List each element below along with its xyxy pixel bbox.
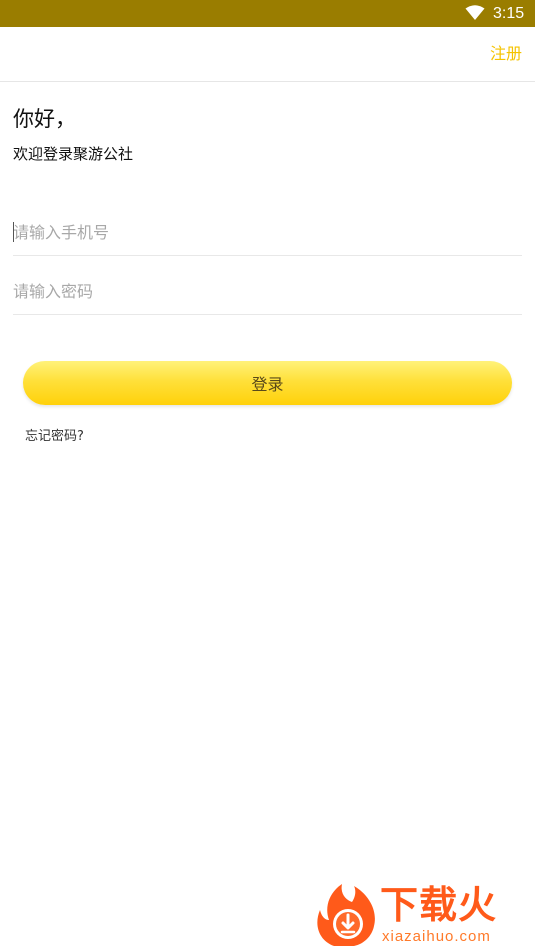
login-button[interactable]: 登录: [23, 361, 512, 405]
password-input[interactable]: [13, 269, 522, 313]
status-bar: 3:15: [0, 0, 535, 27]
password-field: [13, 269, 522, 315]
flame-download-logo-icon: [317, 884, 375, 946]
register-link[interactable]: 注册: [490, 44, 522, 64]
phone-input[interactable]: [13, 210, 522, 254]
login-screen: 3:15 注册 你好， 欢迎登录聚游公社 登录 忘记密码? 下载火 xiazai…: [0, 0, 535, 951]
watermark-url: xiazaihuo.com: [382, 928, 491, 945]
greeting-subtitle: 欢迎登录聚游公社: [13, 145, 134, 163]
watermark-brand: 下载火: [380, 883, 498, 927]
phone-field: [13, 210, 522, 256]
app-bar: 注册: [0, 27, 535, 82]
watermark: 下载火 xiazaihuo.com: [312, 880, 532, 948]
greeting-title: 你好，: [13, 107, 76, 131]
forgot-password-link[interactable]: 忘记密码?: [25, 428, 84, 446]
wifi-icon: [465, 5, 485, 20]
login-button-label: 登录: [251, 375, 284, 394]
status-time: 3:15: [493, 5, 525, 22]
text-cursor: [13, 222, 14, 242]
